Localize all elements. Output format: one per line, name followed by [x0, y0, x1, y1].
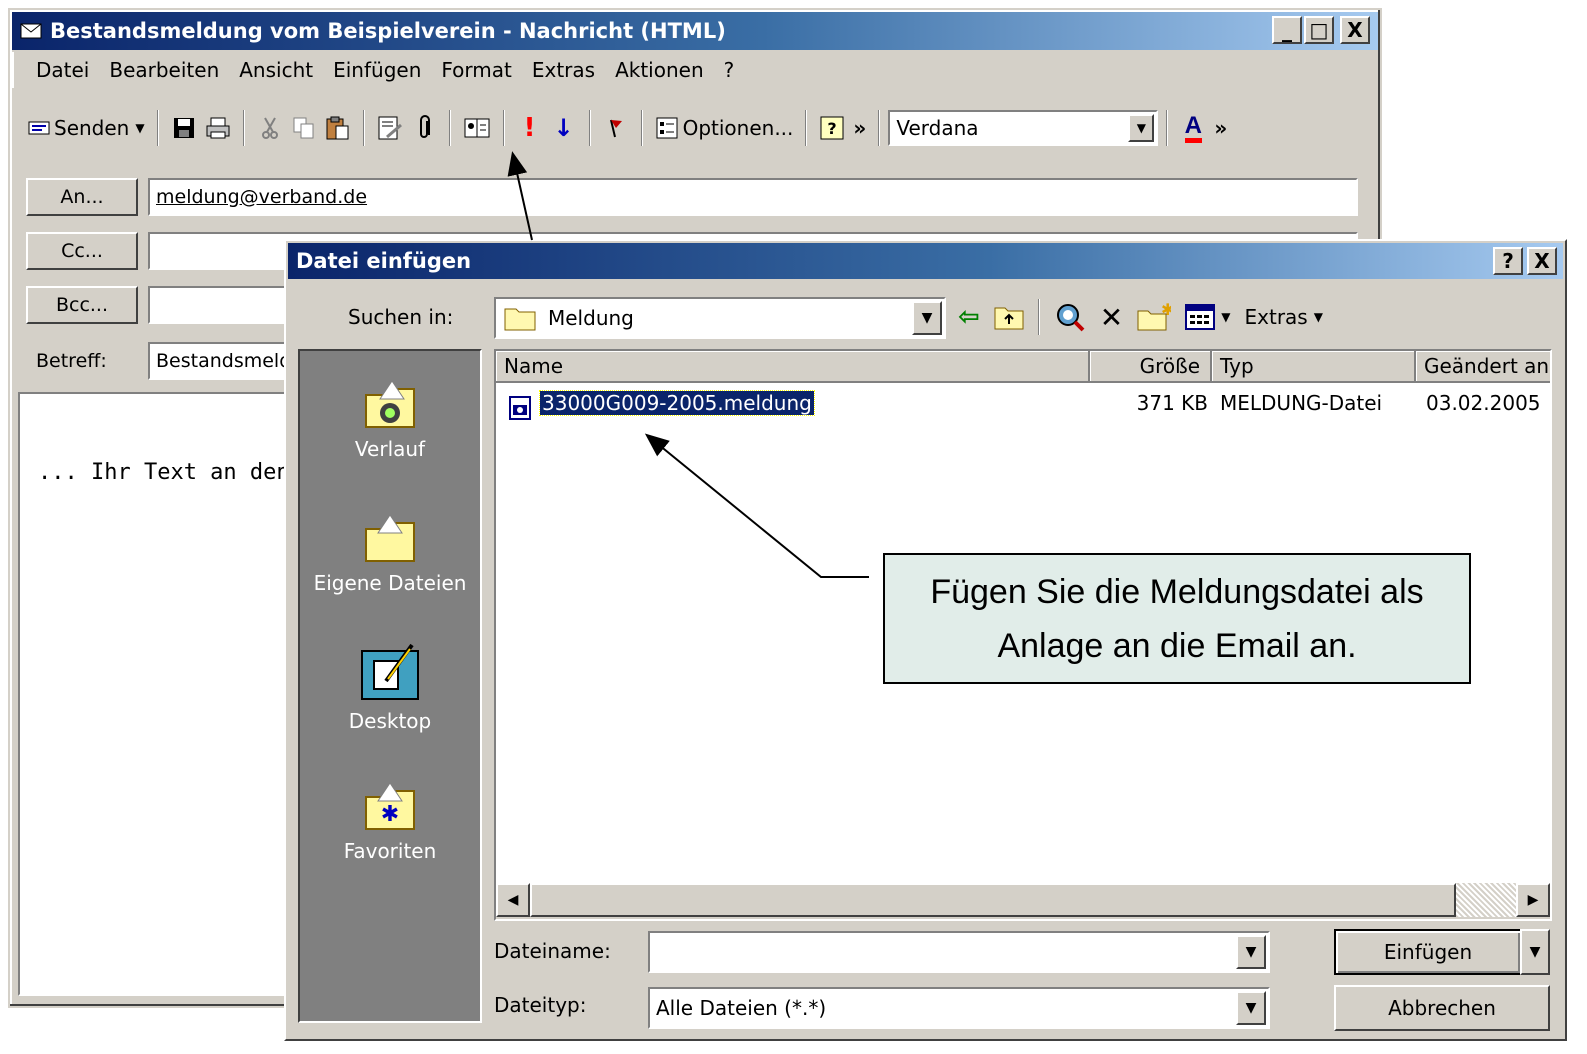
arrow-to-attach-button	[507, 151, 533, 241]
callout-line-2: Anlage an die Email an.	[997, 626, 1357, 665]
instruction-callout: Fügen Sie die Meldungsdatei als Anlage a…	[883, 553, 1471, 684]
callout-line-1: Fügen Sie die Meldungsdatei als	[930, 572, 1424, 611]
arrow-to-file	[644, 433, 869, 578]
annotation-arrows	[507, 151, 869, 578]
